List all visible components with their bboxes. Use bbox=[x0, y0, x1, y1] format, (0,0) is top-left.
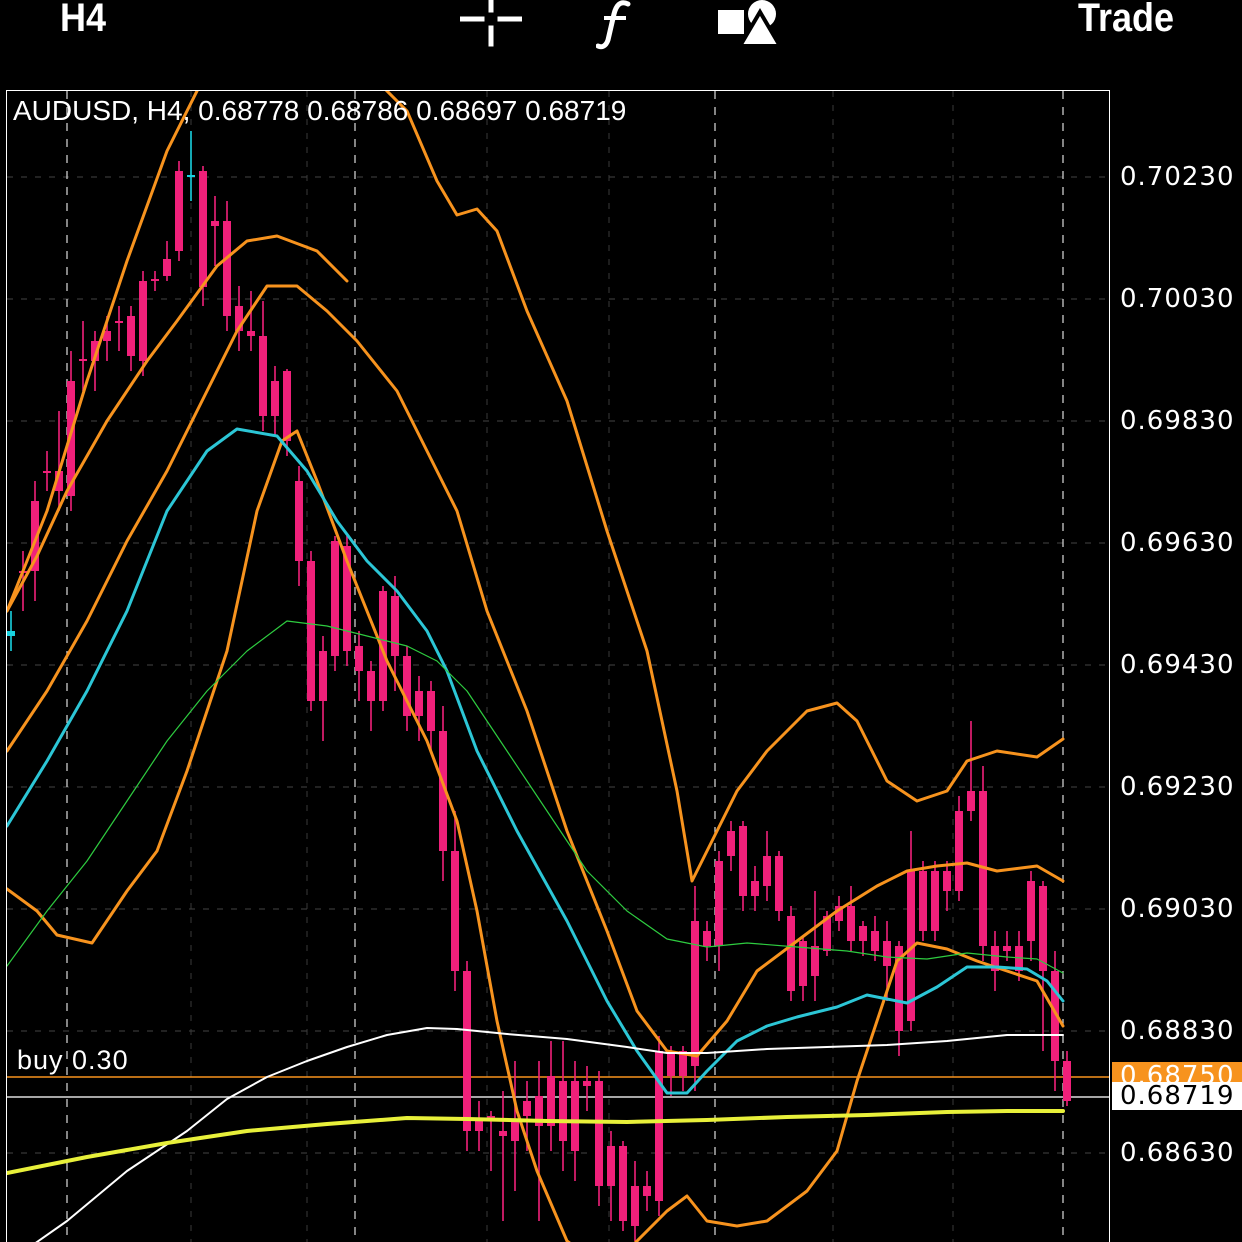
bollinger-upper bbox=[7, 91, 1065, 883]
candle-body bbox=[739, 826, 747, 896]
candle-body bbox=[415, 691, 423, 716]
candle-body bbox=[571, 1081, 579, 1151]
candle-body bbox=[811, 946, 819, 976]
candle-body bbox=[355, 646, 363, 671]
candle-body bbox=[271, 381, 279, 416]
objects-icon[interactable] bbox=[716, 0, 782, 50]
order-label[interactable]: buy 0.30 bbox=[17, 1045, 129, 1076]
candle-body bbox=[499, 1131, 507, 1136]
price-tick: 0.69830 bbox=[1120, 406, 1235, 436]
candle-body bbox=[391, 596, 399, 656]
candle-body bbox=[1039, 886, 1047, 971]
candle-body bbox=[751, 881, 759, 896]
price-tick: 0.70030 bbox=[1120, 284, 1235, 314]
candle-body bbox=[787, 916, 795, 991]
candle-body bbox=[451, 851, 459, 971]
candle-body bbox=[79, 359, 87, 361]
candle-body bbox=[115, 321, 123, 323]
moving-average-mid bbox=[7, 620, 1064, 974]
candle-body bbox=[955, 811, 963, 891]
candle-body bbox=[931, 871, 939, 931]
candle-body bbox=[295, 481, 303, 561]
candle-body bbox=[943, 871, 951, 891]
candle-body bbox=[475, 1121, 483, 1131]
candle-body bbox=[1063, 1061, 1071, 1101]
candle-body bbox=[199, 171, 207, 287]
candle-body bbox=[151, 279, 159, 281]
candle-body bbox=[211, 221, 219, 226]
price-tick: 0.69630 bbox=[1120, 528, 1235, 558]
candle-body bbox=[703, 931, 711, 946]
candle-body bbox=[319, 651, 327, 701]
price-tick: 0.68830 bbox=[1120, 1016, 1235, 1046]
candle-body bbox=[283, 371, 291, 441]
bollinger-inner-upper bbox=[7, 284, 1065, 1058]
candle-body bbox=[1027, 881, 1035, 941]
candle-body bbox=[547, 1076, 555, 1126]
candle-body bbox=[631, 1186, 639, 1226]
candle-body bbox=[871, 931, 879, 951]
price-tick: 0.69030 bbox=[1120, 894, 1235, 924]
candle-body bbox=[223, 221, 231, 316]
candle-body bbox=[367, 671, 375, 701]
candle-body bbox=[595, 1081, 603, 1186]
timeframe-button[interactable]: H4 bbox=[60, 0, 106, 41]
candlesticks bbox=[7, 131, 1071, 1241]
candle-body bbox=[187, 175, 195, 177]
price-tick: 0.69230 bbox=[1120, 772, 1235, 802]
candle-body bbox=[307, 561, 315, 701]
candle-body bbox=[775, 856, 783, 911]
candle-body bbox=[175, 171, 183, 251]
moving-average-slow bbox=[35, 1027, 1064, 1242]
price-tick: 0.70230 bbox=[1120, 162, 1235, 192]
price-tick: 0.68630 bbox=[1120, 1138, 1235, 1168]
candle-body bbox=[559, 1081, 567, 1141]
candle-body bbox=[727, 831, 735, 856]
candle-body bbox=[763, 856, 771, 886]
chart-canvas[interactable] bbox=[7, 91, 1110, 1242]
candle-body bbox=[463, 971, 471, 1131]
candle-body bbox=[583, 1081, 591, 1086]
candle-body bbox=[607, 1146, 615, 1186]
candle-body bbox=[691, 921, 699, 1066]
moving-average-fast bbox=[7, 427, 1065, 1095]
current-price-tag: 0.68719 bbox=[1112, 1082, 1242, 1110]
candle-body bbox=[127, 316, 135, 356]
price-tick: 0.69430 bbox=[1120, 650, 1235, 680]
candle-body bbox=[163, 259, 171, 276]
trade-button[interactable]: Trade bbox=[1078, 0, 1174, 41]
candle-body bbox=[715, 861, 723, 946]
candle-body bbox=[259, 336, 267, 416]
top-toolbar: H4 Trade bbox=[0, 0, 1242, 84]
candle-body bbox=[1003, 946, 1011, 951]
candle-body bbox=[247, 331, 255, 336]
candle-body bbox=[43, 471, 51, 473]
candle-body bbox=[655, 1051, 663, 1201]
chart-grid bbox=[7, 91, 1109, 1242]
candle-body bbox=[859, 926, 867, 941]
candle-body bbox=[523, 1101, 531, 1116]
candle-body bbox=[643, 1186, 651, 1196]
candle-body bbox=[619, 1146, 627, 1221]
candle-body bbox=[847, 906, 855, 941]
candle-body bbox=[139, 281, 147, 361]
candle-body bbox=[7, 631, 15, 636]
candle-body bbox=[511, 1121, 519, 1141]
candle-body bbox=[967, 791, 975, 811]
candle-body bbox=[331, 541, 339, 656]
function-icon[interactable] bbox=[596, 0, 636, 50]
price-chart[interactable]: AUDUSD, H4, 0.68778 0.68786 0.68697 0.68… bbox=[6, 90, 1110, 1242]
crosshair-icon[interactable] bbox=[460, 0, 522, 50]
candle-body bbox=[427, 691, 435, 731]
symbol-info: AUDUSD, H4, 0.68778 0.68786 0.68697 0.68… bbox=[13, 95, 627, 126]
candle-body bbox=[919, 871, 927, 931]
candle-body bbox=[883, 941, 891, 966]
candle-body bbox=[667, 1051, 675, 1076]
